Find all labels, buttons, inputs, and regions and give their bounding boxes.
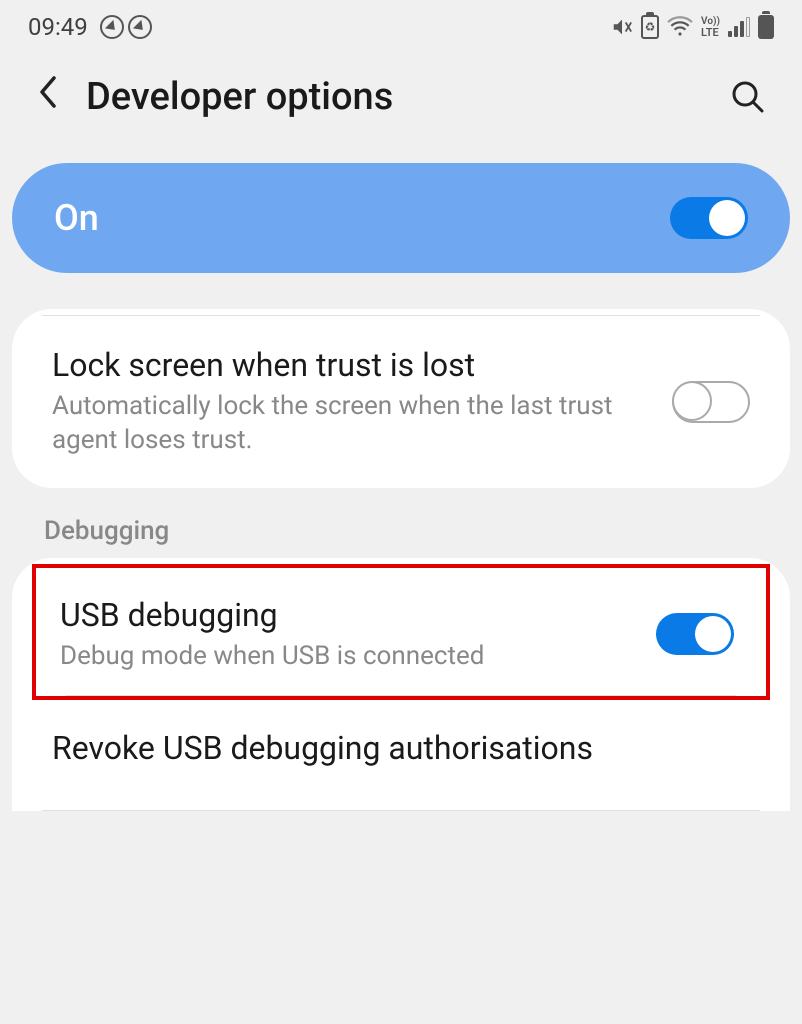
- battery-icon: [758, 15, 774, 39]
- notification-icon-2: [128, 15, 152, 39]
- usb-debugging-toggle[interactable]: [656, 613, 734, 655]
- status-right: ♻ Vo)) LTE: [611, 15, 774, 39]
- status-left: 09:49: [28, 13, 152, 41]
- debugging-card: USB debugging Debug mode when USB is con…: [12, 558, 790, 811]
- debugging-section-label: Debugging: [0, 488, 802, 558]
- battery-saver-icon: ♻: [641, 15, 659, 39]
- signal-strength-icon: [728, 17, 750, 37]
- usb-debugging-highlight: USB debugging Debug mode when USB is con…: [32, 564, 770, 701]
- notification-icons: [100, 15, 152, 39]
- back-button[interactable]: [36, 74, 58, 119]
- page-title: Developer options: [86, 75, 702, 119]
- lock-screen-trust-title: Lock screen when trust is lost: [52, 346, 652, 384]
- revoke-usb-auth-row[interactable]: Revoke USB debugging authorisations: [12, 700, 790, 810]
- status-time: 09:49: [28, 13, 88, 41]
- trust-settings-card: Lock screen when trust is lost Automatic…: [12, 309, 790, 488]
- usb-debugging-desc: Debug mode when USB is connected: [60, 640, 636, 674]
- developer-options-master-toggle[interactable]: On: [12, 163, 790, 273]
- revoke-usb-auth-title: Revoke USB debugging authorisations: [52, 728, 750, 770]
- lock-screen-trust-row[interactable]: Lock screen when trust is lost Automatic…: [12, 316, 790, 488]
- master-toggle-label: On: [54, 197, 99, 239]
- usb-debugging-title: USB debugging: [60, 596, 636, 634]
- page-header: Developer options: [0, 50, 802, 143]
- mute-vibrate-icon: [611, 16, 633, 38]
- usb-debugging-row[interactable]: USB debugging Debug mode when USB is con…: [36, 568, 766, 696]
- wifi-icon: [667, 16, 693, 38]
- lock-screen-trust-desc: Automatically lock the screen when the l…: [52, 390, 652, 458]
- network-type-icon: Vo)) LTE: [701, 17, 720, 38]
- lock-screen-trust-toggle[interactable]: [672, 381, 750, 423]
- master-toggle-switch[interactable]: [670, 197, 748, 239]
- notification-icon-1: [100, 15, 124, 39]
- status-bar: 09:49 ♻ Vo)) LTE: [0, 0, 802, 50]
- search-button[interactable]: [730, 79, 766, 115]
